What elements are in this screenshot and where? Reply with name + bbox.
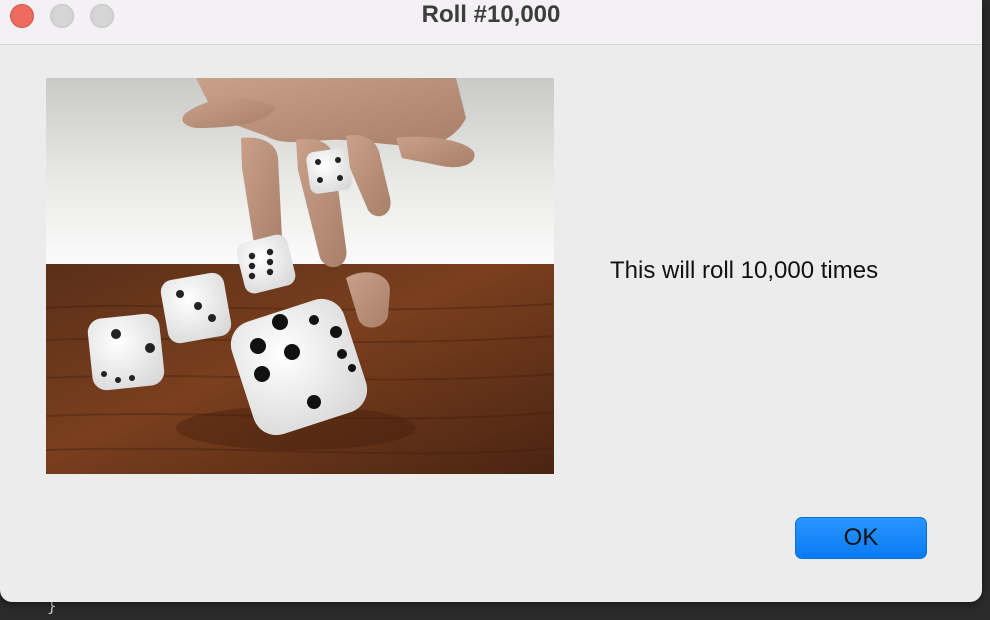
window-title: Roll #10,000: [421, 1, 561, 28]
dialog-content: This will roll 10,000 times OK: [0, 45, 982, 602]
ok-button[interactable]: OK: [795, 517, 927, 559]
dialog-window: Roll #10,000 This will roll 10,000 times…: [0, 0, 982, 602]
title-bar[interactable]: Roll #10,000: [0, 0, 982, 45]
dice-photo: [46, 78, 554, 474]
dialog-message: This will roll 10,000 times: [610, 257, 879, 284]
